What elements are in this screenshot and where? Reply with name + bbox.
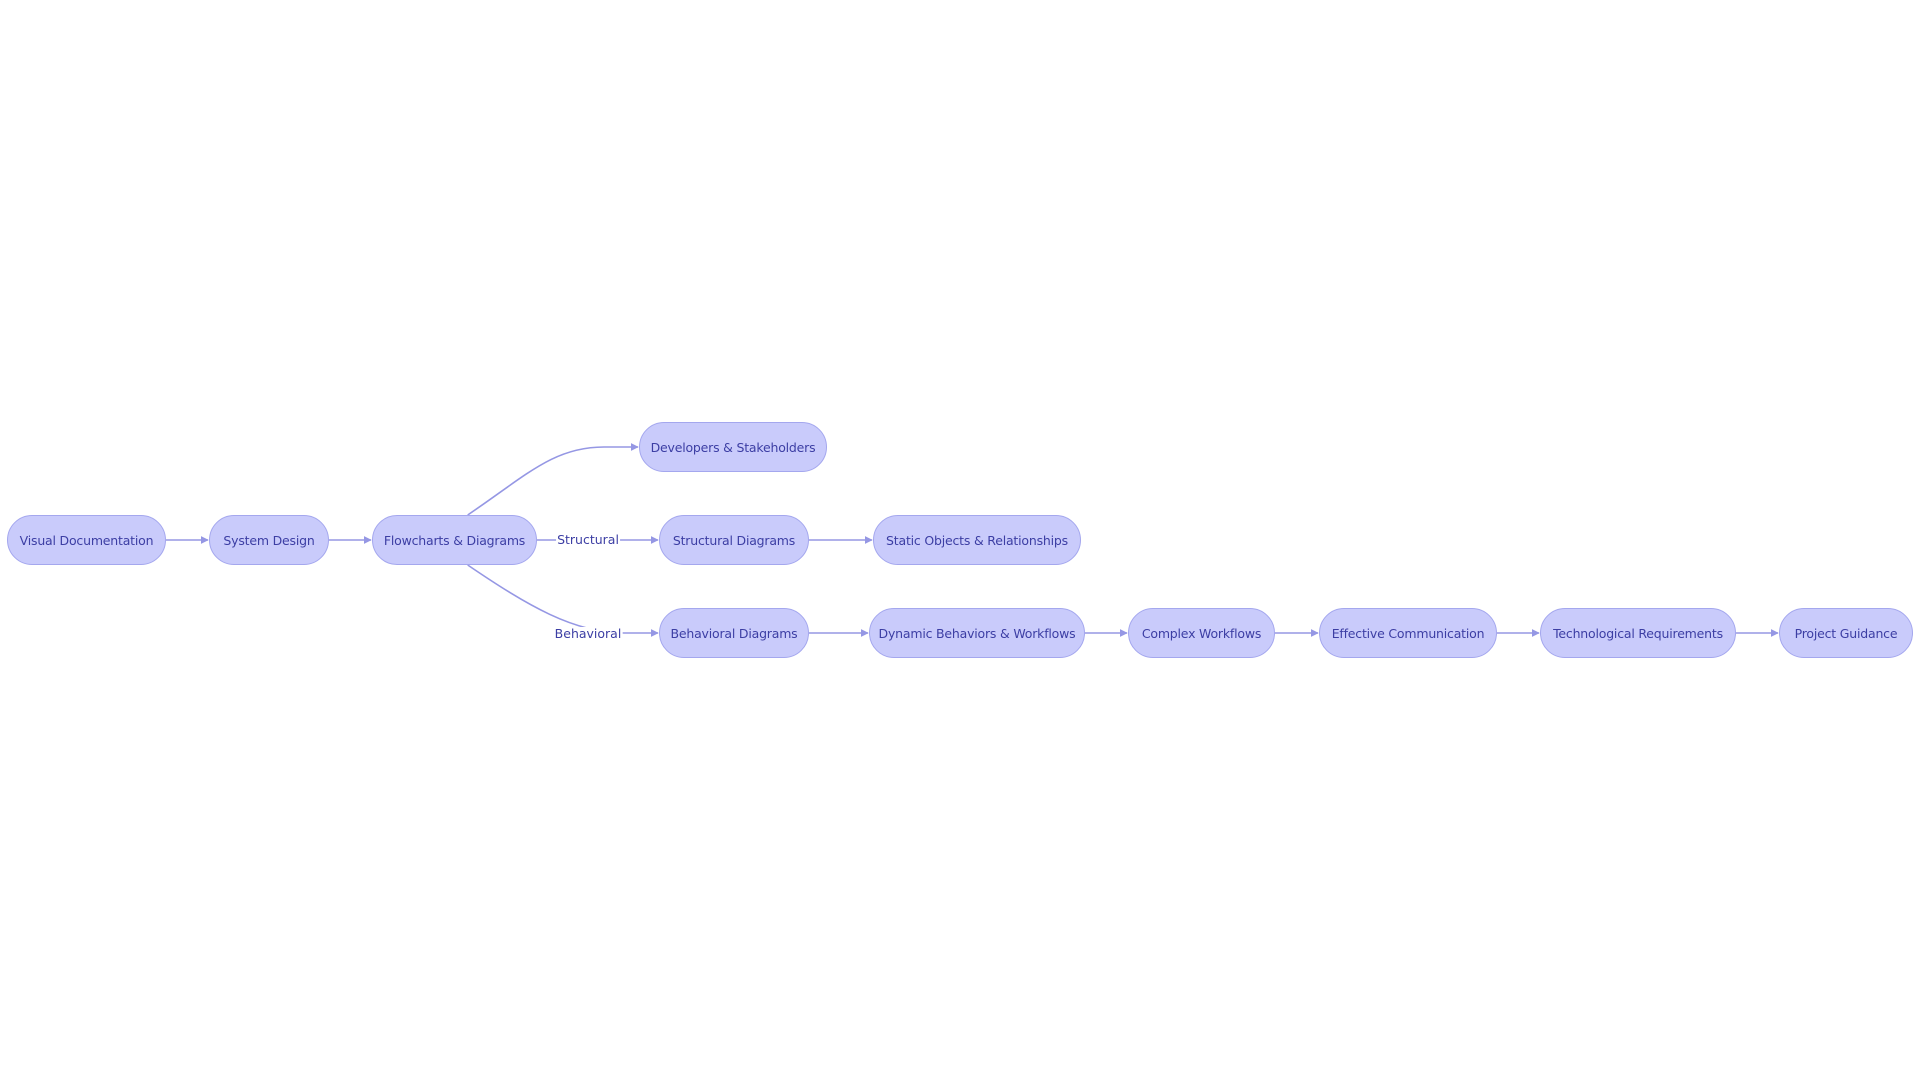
edge-flowcharts-diagrams-to-behavioral-diagrams (467, 564, 659, 637)
node-structural-diagrams[interactable]: Structural Diagrams (659, 515, 809, 565)
node-developers-stakeholders[interactable]: Developers & Stakeholders (639, 422, 827, 472)
node-project-guidance[interactable]: Project Guidance (1779, 608, 1913, 658)
edge-label-structural: Structural (556, 532, 620, 547)
node-dynamic-behaviors[interactable]: Dynamic Behaviors & Workflows (869, 608, 1085, 658)
node-effective-communication[interactable]: Effective Communication (1319, 608, 1497, 658)
node-technological-requirements[interactable]: Technological Requirements (1540, 608, 1736, 658)
edge-label-behavioral: Behavioral (553, 626, 623, 641)
node-complex-workflows[interactable]: Complex Workflows (1128, 608, 1275, 658)
node-system-design[interactable]: System Design (209, 515, 329, 565)
edge-flowcharts-diagrams-to-developers-stakeholders (467, 443, 639, 516)
node-static-objects[interactable]: Static Objects & Relationships (873, 515, 1081, 565)
node-behavioral-diagrams[interactable]: Behavioral Diagrams (659, 608, 809, 658)
node-visual-documentation[interactable]: Visual Documentation (7, 515, 166, 565)
flowchart-diagram: Visual Documentation System Design Flowc… (0, 0, 1920, 1080)
node-flowcharts-diagrams[interactable]: Flowcharts & Diagrams (372, 515, 537, 565)
